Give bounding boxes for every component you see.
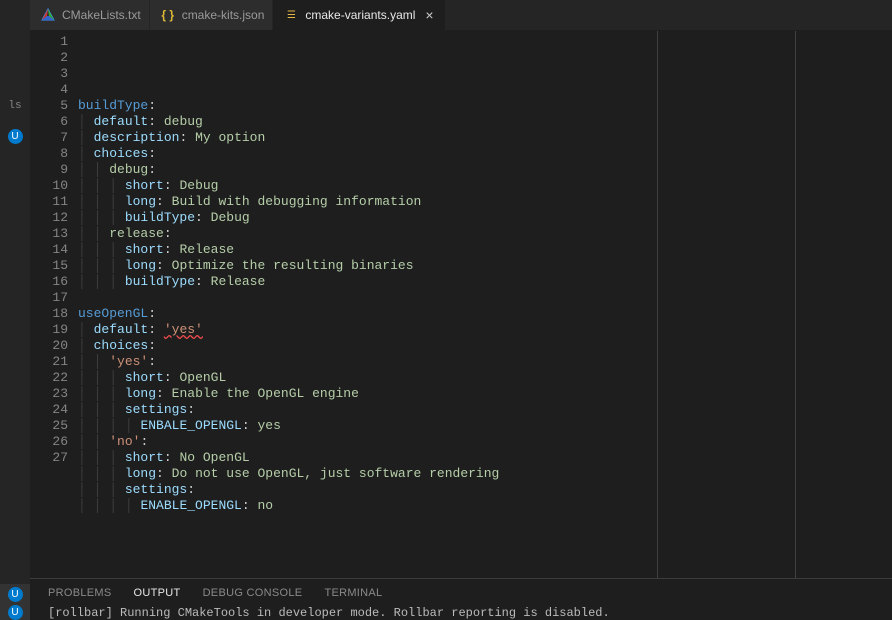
tab-cmakelists[interactable]: CMakeLists.txt	[30, 0, 150, 30]
panel-tab-output[interactable]: OUTPUT	[134, 587, 181, 599]
editor-ruler-2	[795, 31, 796, 578]
tab-cmake-kits[interactable]: { } cmake-kits.json	[150, 0, 274, 30]
editor-ruler-1	[657, 31, 658, 578]
panel-tab-bar: PROBLEMS OUTPUT DEBUG CONSOLE TERMINAL	[30, 578, 892, 606]
tab-label: cmake-variants.yaml	[305, 8, 415, 22]
line-number-gutter: 1234567891011121314151617181920212223242…	[30, 31, 78, 578]
json-icon: { }	[160, 7, 176, 23]
activity-badge-u3[interactable]: U	[8, 605, 23, 620]
panel-output[interactable]: [rollbar] Running CMakeTools in develope…	[30, 606, 892, 620]
close-icon[interactable]: ×	[421, 7, 437, 23]
activity-bar: ls U U U	[0, 0, 30, 620]
tab-label: CMakeLists.txt	[62, 8, 141, 22]
activity-icon-ls[interactable]: ls	[0, 86, 30, 126]
panel-tab-problems[interactable]: PROBLEMS	[48, 587, 112, 599]
code-editor[interactable]: 1234567891011121314151617181920212223242…	[30, 30, 892, 578]
activity-badge-u1[interactable]: U	[8, 129, 23, 144]
activity-badge-u2[interactable]: U	[8, 587, 23, 602]
tab-cmake-variants[interactable]: ☰ cmake-variants.yaml ×	[273, 0, 446, 30]
tab-label: cmake-kits.json	[182, 8, 265, 22]
tab-bar: CMakeLists.txt { } cmake-kits.json ☰ cma…	[30, 0, 892, 30]
code-area[interactable]: buildType:│ default: debug│ description:…	[78, 31, 892, 578]
panel-tab-terminal[interactable]: TERMINAL	[324, 587, 382, 599]
panel-tab-debug-console[interactable]: DEBUG CONSOLE	[203, 587, 303, 599]
yaml-icon: ☰	[283, 7, 299, 23]
cmake-icon	[40, 7, 56, 23]
output-line: [rollbar] Running CMakeTools in develope…	[48, 606, 610, 620]
